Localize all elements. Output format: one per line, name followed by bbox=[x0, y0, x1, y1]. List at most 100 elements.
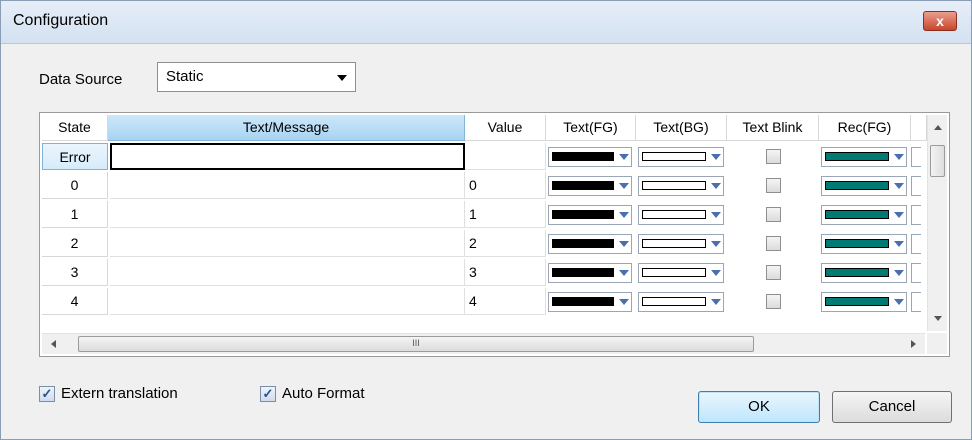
rec-fg-color-combo[interactable] bbox=[821, 234, 907, 254]
row-header[interactable]: Error bbox=[42, 143, 108, 170]
chevron-down-icon bbox=[619, 299, 629, 305]
message-cell[interactable] bbox=[110, 172, 465, 199]
chevron-down-icon bbox=[894, 270, 904, 276]
column-header-text-blink[interactable]: Text Blink bbox=[727, 115, 819, 141]
scroll-right-icon[interactable] bbox=[911, 340, 916, 348]
rec-fg-color-combo[interactable] bbox=[821, 292, 907, 312]
text-fg-color-combo[interactable] bbox=[548, 263, 632, 283]
truncated-column-control bbox=[911, 263, 921, 283]
row-header[interactable]: 0 bbox=[42, 172, 108, 199]
text-bg-color-combo[interactable] bbox=[638, 292, 724, 312]
color-swatch bbox=[825, 181, 889, 190]
scroll-left-icon[interactable] bbox=[51, 340, 56, 348]
rec-fg-color-combo[interactable] bbox=[821, 263, 907, 283]
chevron-down-icon bbox=[711, 212, 721, 218]
color-swatch bbox=[642, 181, 706, 190]
color-swatch bbox=[552, 181, 614, 190]
text-fg-color-combo[interactable] bbox=[548, 292, 632, 312]
chevron-down-icon bbox=[619, 154, 629, 160]
close-icon[interactable]: x bbox=[923, 11, 957, 31]
configuration-dialog: Configuration x Data Source Static State… bbox=[0, 0, 972, 440]
color-swatch bbox=[825, 268, 889, 277]
text-fg-color-combo[interactable] bbox=[548, 234, 632, 254]
color-swatch bbox=[552, 152, 614, 161]
text-bg-color-combo[interactable] bbox=[638, 205, 724, 225]
scroll-up-icon[interactable] bbox=[934, 125, 942, 130]
text-fg-color-combo[interactable] bbox=[548, 147, 632, 167]
truncated-column-control bbox=[911, 147, 921, 167]
text-fg-color-combo[interactable] bbox=[548, 176, 632, 196]
color-swatch bbox=[552, 210, 614, 219]
rec-fg-color-combo[interactable] bbox=[821, 205, 907, 225]
column-header-text-message[interactable]: Text/Message bbox=[108, 115, 465, 141]
horizontal-scrollbar[interactable]: III bbox=[42, 333, 925, 354]
color-swatch bbox=[825, 210, 889, 219]
text-blink-checkbox[interactable] bbox=[766, 207, 781, 222]
text-blink-checkbox[interactable] bbox=[766, 265, 781, 280]
color-swatch bbox=[825, 239, 889, 248]
row-header[interactable]: 3 bbox=[42, 259, 108, 286]
extern-translation-checkbox[interactable]: ✓ bbox=[39, 386, 55, 402]
data-source-select[interactable]: Static bbox=[157, 62, 356, 92]
row-header[interactable]: 2 bbox=[42, 230, 108, 257]
cancel-button[interactable]: Cancel bbox=[832, 391, 952, 423]
text-blink-checkbox[interactable] bbox=[766, 294, 781, 309]
value-cell[interactable]: 3 bbox=[465, 259, 546, 286]
color-swatch bbox=[552, 239, 614, 248]
message-cell[interactable] bbox=[110, 230, 465, 257]
value-cell[interactable]: 2 bbox=[465, 230, 546, 257]
message-cell[interactable] bbox=[110, 288, 465, 315]
message-cell[interactable] bbox=[110, 259, 465, 286]
color-swatch bbox=[642, 152, 706, 161]
chevron-down-icon bbox=[619, 212, 629, 218]
scroll-corner bbox=[927, 333, 947, 354]
column-header-text-bg[interactable]: Text(BG) bbox=[636, 115, 727, 141]
row-header[interactable]: 1 bbox=[42, 201, 108, 228]
scroll-down-icon[interactable] bbox=[934, 316, 942, 321]
horizontal-scroll-thumb[interactable]: III bbox=[78, 336, 754, 352]
text-bg-color-combo[interactable] bbox=[638, 147, 724, 167]
vertical-scroll-thumb[interactable] bbox=[930, 145, 945, 177]
chevron-down-icon bbox=[894, 183, 904, 189]
value-cell[interactable]: 1 bbox=[465, 201, 546, 228]
state-grid[interactable]: State Text/Message Value Text(FG) Text(B… bbox=[39, 112, 950, 357]
value-cell[interactable]: 4 bbox=[465, 288, 546, 315]
chevron-down-icon bbox=[619, 241, 629, 247]
chevron-down-icon bbox=[894, 212, 904, 218]
ok-button[interactable]: OK bbox=[698, 391, 820, 423]
auto-format-label: Auto Format bbox=[282, 385, 365, 402]
chevron-down-icon bbox=[711, 183, 721, 189]
message-cell[interactable] bbox=[110, 201, 465, 228]
column-header-state[interactable]: State bbox=[42, 115, 108, 141]
column-header-text-fg[interactable]: Text(FG) bbox=[546, 115, 636, 141]
chevron-down-icon bbox=[711, 241, 721, 247]
auto-format-checkbox[interactable]: ✓ bbox=[260, 386, 276, 402]
rec-fg-color-combo[interactable] bbox=[821, 147, 907, 167]
data-source-label: Data Source bbox=[39, 71, 123, 88]
chevron-down-icon bbox=[711, 299, 721, 305]
chevron-down-icon bbox=[619, 270, 629, 276]
color-swatch bbox=[642, 268, 706, 277]
text-bg-color-combo[interactable] bbox=[638, 234, 724, 254]
row-header[interactable]: 4 bbox=[42, 288, 108, 315]
truncated-column-control bbox=[911, 292, 921, 312]
value-cell[interactable] bbox=[465, 143, 546, 170]
text-bg-color-combo[interactable] bbox=[638, 263, 724, 283]
message-cell[interactable] bbox=[110, 143, 465, 170]
chevron-down-icon bbox=[894, 299, 904, 305]
text-blink-checkbox[interactable] bbox=[766, 149, 781, 164]
text-fg-color-combo[interactable] bbox=[548, 205, 632, 225]
value-cell[interactable]: 0 bbox=[465, 172, 546, 199]
chevron-down-icon bbox=[619, 183, 629, 189]
text-blink-checkbox[interactable] bbox=[766, 236, 781, 251]
text-blink-checkbox[interactable] bbox=[766, 178, 781, 193]
text-bg-color-combo[interactable] bbox=[638, 176, 724, 196]
column-header-value[interactable]: Value bbox=[465, 115, 546, 141]
vertical-scrollbar[interactable] bbox=[927, 115, 947, 331]
color-swatch bbox=[825, 297, 889, 306]
extern-translation-label: Extern translation bbox=[61, 385, 178, 402]
column-header-rec-fg[interactable]: Rec(FG) bbox=[819, 115, 911, 141]
data-source-value: Static bbox=[166, 68, 204, 85]
rec-fg-color-combo[interactable] bbox=[821, 176, 907, 196]
column-header-overflow bbox=[911, 115, 927, 141]
